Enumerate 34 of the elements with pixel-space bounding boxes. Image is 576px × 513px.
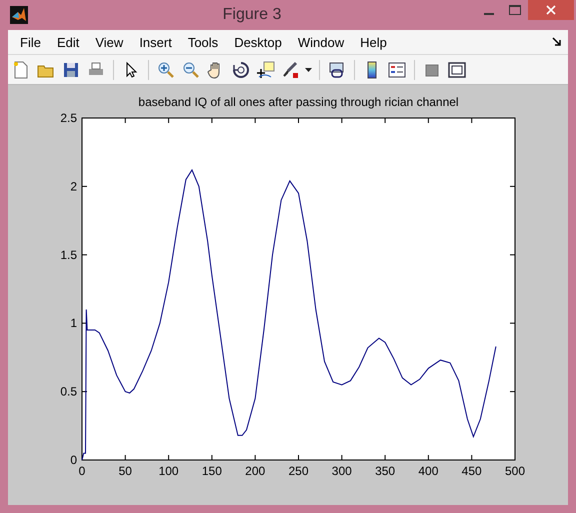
app-icon — [10, 6, 28, 24]
x-tick-label: 250 — [288, 464, 309, 478]
close-button[interactable] — [528, 0, 574, 20]
y-tick-label: 0.5 — [60, 384, 77, 399]
y-tick-label: 1 — [70, 316, 77, 330]
menu-item[interactable]: Insert — [131, 34, 180, 50]
menu-item[interactable]: File — [12, 34, 49, 50]
x-tick-label: 350 — [375, 464, 396, 478]
menu-item[interactable]: Window — [290, 34, 352, 50]
close-icon — [546, 5, 556, 15]
menu-item[interactable]: Tools — [180, 34, 226, 50]
menu-item[interactable]: Help — [352, 34, 395, 50]
dock-arrow-icon[interactable] — [552, 37, 562, 47]
maximize-icon — [509, 5, 521, 15]
x-tick-label: 450 — [462, 464, 482, 478]
y-tick-label: 0 — [70, 453, 77, 467]
data-cursor-icon[interactable] — [255, 58, 277, 80]
x-tick-label: 150 — [202, 464, 222, 478]
menu-item[interactable]: View — [87, 34, 132, 50]
window-title: Figure 3 — [222, 6, 282, 24]
y-tick-label: 1.5 — [60, 248, 77, 262]
x-tick-label: 400 — [418, 464, 438, 478]
chart-title: baseband IQ of all ones after passing through rician channel — [138, 95, 459, 109]
menu-item[interactable]: Desktop — [226, 34, 290, 50]
menu-item[interactable]: Edit — [48, 34, 88, 50]
x-tick-label: 300 — [332, 464, 352, 478]
minimize-icon — [484, 12, 494, 14]
x-tick-label: 200 — [245, 464, 266, 478]
x-tick-label: 50 — [118, 464, 132, 478]
x-tick-label: 100 — [158, 464, 179, 478]
y-tick-label: 2 — [70, 179, 77, 194]
y-tick-label: 2.5 — [60, 111, 77, 125]
x-tick-label: 0 — [78, 464, 86, 478]
x-tick-label: 500 — [504, 464, 526, 478]
